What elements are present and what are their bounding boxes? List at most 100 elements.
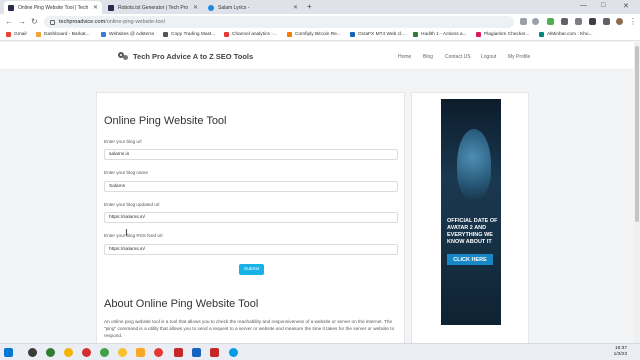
gmail-icon xyxy=(6,32,11,37)
text-cursor-icon: I xyxy=(125,228,128,239)
youtube-icon xyxy=(224,32,229,37)
browser-toolbar: ← → ↻ techproadvice.com/online-ping-webs… xyxy=(0,14,640,30)
taskbar-app-icon[interactable] xyxy=(154,348,163,357)
rss-url-input[interactable]: https://salams.in/ xyxy=(104,244,398,255)
bookmark-item[interactable]: Hadith 1 - Actions a... xyxy=(413,32,467,37)
site-favicon-icon xyxy=(8,4,14,11)
extension-icon[interactable] xyxy=(561,18,568,25)
new-tab-icon[interactable]: + xyxy=(307,2,312,11)
site-header: Tech Pro Advice A to Z SEO Tools Home Bl… xyxy=(0,42,634,70)
avatar[interactable] xyxy=(616,18,623,25)
start-icon[interactable] xyxy=(4,348,13,357)
reload-icon[interactable]: ↻ xyxy=(31,17,38,26)
tab-title: Robots.txt Generator | Tech Pro xyxy=(118,4,189,11)
nav-contact[interactable]: Contact US xyxy=(445,54,471,60)
chrome-icon[interactable] xyxy=(64,348,73,357)
word-icon[interactable] xyxy=(192,348,201,357)
bookmark-favicon-icon xyxy=(163,32,168,37)
about-text: An online ping website tool is a tool th… xyxy=(104,319,395,338)
ad-image xyxy=(457,129,491,199)
forward-icon[interactable]: → xyxy=(18,17,26,26)
address-bar[interactable]: techproadvice.com/online-ping-website-to… xyxy=(44,16,514,28)
tab-online-ping[interactable]: Online Ping Website Tool | Tech ✕ xyxy=(4,1,102,14)
updated-url-label: Enter your blog updated url xyxy=(104,202,160,207)
bookmark-favicon-icon xyxy=(413,32,418,37)
blog-url-label: Enter your blog url xyxy=(104,139,142,144)
taskbar-app-icon[interactable] xyxy=(174,348,183,357)
page-scrollbar[interactable] xyxy=(634,42,640,343)
updated-url-input[interactable]: https://salams.in/ xyxy=(104,212,398,223)
bookmark-item[interactable]: Websites @ Adsterra xyxy=(101,32,154,37)
bookmark-favicon-icon xyxy=(350,32,355,37)
tab-strip: Online Ping Website Tool | Tech ✕ Robots… xyxy=(0,0,640,14)
taskbar-app-icon[interactable] xyxy=(82,348,91,357)
rss-url-label: Enter your blog RSS feed url xyxy=(104,233,163,238)
menu-dots-icon[interactable]: ⋮ xyxy=(629,17,637,26)
nav-my-profile[interactable]: My Profile xyxy=(508,54,530,60)
bookmark-favicon-icon xyxy=(287,32,292,37)
blog-name-input[interactable]: Salams xyxy=(104,181,398,192)
avatar-ad-banner[interactable]: OFFICIAL DATE OF AVATAR 2 AND EVERYTHING… xyxy=(441,99,501,325)
bookmark-favicon-icon xyxy=(36,32,41,37)
blog-name-label: Enter your blog name xyxy=(104,170,148,175)
taskbar-app-icon[interactable] xyxy=(229,348,238,357)
minimize-icon[interactable]: — xyxy=(580,2,587,9)
submit-button[interactable]: Submit xyxy=(239,264,264,275)
taskbar-app-icon[interactable] xyxy=(100,348,109,357)
tab-salam-lyrics[interactable]: Salam Lyrics - ✕ xyxy=(204,1,302,14)
taskbar-app-icon[interactable] xyxy=(46,348,55,357)
system-clock[interactable]: 16:37 1/3/23 xyxy=(607,346,627,358)
url-host: techproadvice.com xyxy=(59,19,106,25)
extension-icon[interactable] xyxy=(575,18,582,25)
tab-title: Online Ping Website Tool | Tech xyxy=(18,4,89,11)
tab-robots-generator[interactable]: Robots.txt Generator | Tech Pro ✕ xyxy=(104,1,202,14)
close-window-icon[interactable]: ✕ xyxy=(623,2,629,10)
sidebar: OFFICIAL DATE OF AVATAR 2 AND EVERYTHING… xyxy=(411,92,529,360)
blog-url-input[interactable]: salams.in xyxy=(104,149,398,160)
ad-click-button[interactable]: CLICK HERE xyxy=(447,254,493,265)
close-tab-icon[interactable]: ✕ xyxy=(293,4,298,11)
close-tab-icon[interactable]: ✕ xyxy=(193,4,198,11)
bookmark-item[interactable]: OctaFX MT4 Web cl... xyxy=(350,32,405,37)
scrollbar-thumb[interactable] xyxy=(635,46,639,222)
bookmark-item[interactable]: Dashboard - Barkat... xyxy=(36,32,90,37)
tool-card: Online Ping Website Tool Enter your blog… xyxy=(96,92,405,360)
page-title: Online Ping Website Tool xyxy=(104,115,227,127)
nav-logout[interactable]: Logout xyxy=(481,54,496,60)
bookmark-star-icon[interactable] xyxy=(532,18,539,25)
tab-title: Salam Lyrics - xyxy=(218,4,250,11)
lock-icon xyxy=(50,19,55,25)
url-path: /online-ping-website-tool xyxy=(105,19,165,25)
ad-headline: OFFICIAL DATE OF AVATAR 2 AND EVERYTHING… xyxy=(447,218,498,245)
maximize-icon[interactable]: □ xyxy=(601,2,605,9)
bookmark-favicon-icon xyxy=(539,32,544,37)
bookmark-item[interactable]: Channel analytics -... xyxy=(224,32,277,37)
bookmarks-bar: Gmail Dashboard - Barkat... Websites @ A… xyxy=(0,30,640,41)
taskbar-app-icon[interactable] xyxy=(210,348,219,357)
bookmark-item[interactable]: Copy Trading Mast... xyxy=(163,32,215,37)
file-explorer-icon[interactable] xyxy=(136,348,145,357)
extensions-puzzle-icon[interactable] xyxy=(589,18,596,25)
share-icon[interactable] xyxy=(520,18,527,25)
extension-icon[interactable] xyxy=(547,18,554,25)
bookmark-item[interactable]: Plagiarism Checker... xyxy=(476,32,529,37)
bookmark-item[interactable]: Comfiply Bitcoin Re... xyxy=(287,32,341,37)
taskbar-app-icon[interactable] xyxy=(28,348,37,357)
logo-icon[interactable] xyxy=(117,50,129,62)
site-favicon-icon xyxy=(108,4,114,11)
taskbar: 16:37 1/3/23 xyxy=(0,343,640,360)
bookmark-item[interactable]: AlMinbar.com : Khu... xyxy=(539,32,593,37)
bookmark-item[interactable]: Gmail xyxy=(6,32,27,37)
nav-home[interactable]: Home xyxy=(398,54,411,60)
site-brand[interactable]: Tech Pro Advice A to Z SEO Tools xyxy=(133,52,253,61)
taskbar-app-icon[interactable] xyxy=(118,348,127,357)
close-tab-icon[interactable]: ✕ xyxy=(93,4,98,11)
clock-date: 1/3/23 xyxy=(613,352,627,357)
bookmark-favicon-icon xyxy=(101,32,106,37)
about-heading: About Online Ping Website Tool xyxy=(104,298,259,310)
bookmark-favicon-icon xyxy=(476,32,481,37)
side-panel-icon[interactable] xyxy=(603,18,610,25)
back-icon[interactable]: ← xyxy=(5,17,13,26)
site-favicon-icon xyxy=(208,4,214,11)
nav-blog[interactable]: Blog xyxy=(423,54,433,60)
